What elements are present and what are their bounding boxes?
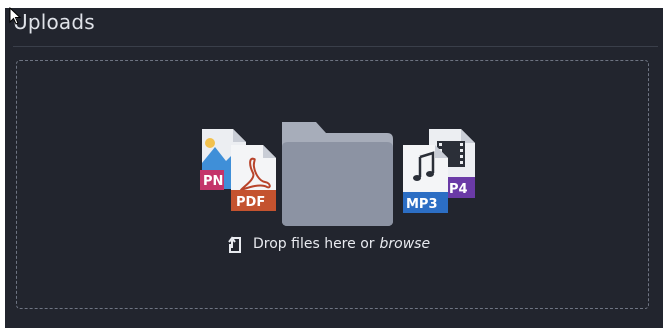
pdf-file-icon: PDF xyxy=(231,145,276,211)
upload-icon xyxy=(225,234,245,254)
pdf-badge: PDF xyxy=(236,195,265,210)
mp3-file-icon: MP3 xyxy=(403,145,448,213)
drop-prompt-text: Drop files here or xyxy=(253,236,375,252)
file-types-illustration: PN PDF P4 MP3 xyxy=(200,122,475,226)
png-badge: PN xyxy=(203,174,223,189)
mouse-pointer-icon xyxy=(9,7,22,25)
drop-instructions: Drop files here or browse xyxy=(225,233,430,255)
title-divider xyxy=(13,46,658,47)
folder-icon xyxy=(282,122,393,226)
uploads-panel: Uploads PN PDF P4 MP3 Drop files here or… xyxy=(5,8,663,328)
file-dropzone[interactable]: PN PDF P4 MP3 Drop files here or browse xyxy=(16,60,649,309)
mp3-badge: MP3 xyxy=(406,197,438,212)
browse-link[interactable]: browse xyxy=(380,236,431,252)
panel-title: Uploads xyxy=(13,10,95,34)
mp4-badge: P4 xyxy=(449,182,468,197)
